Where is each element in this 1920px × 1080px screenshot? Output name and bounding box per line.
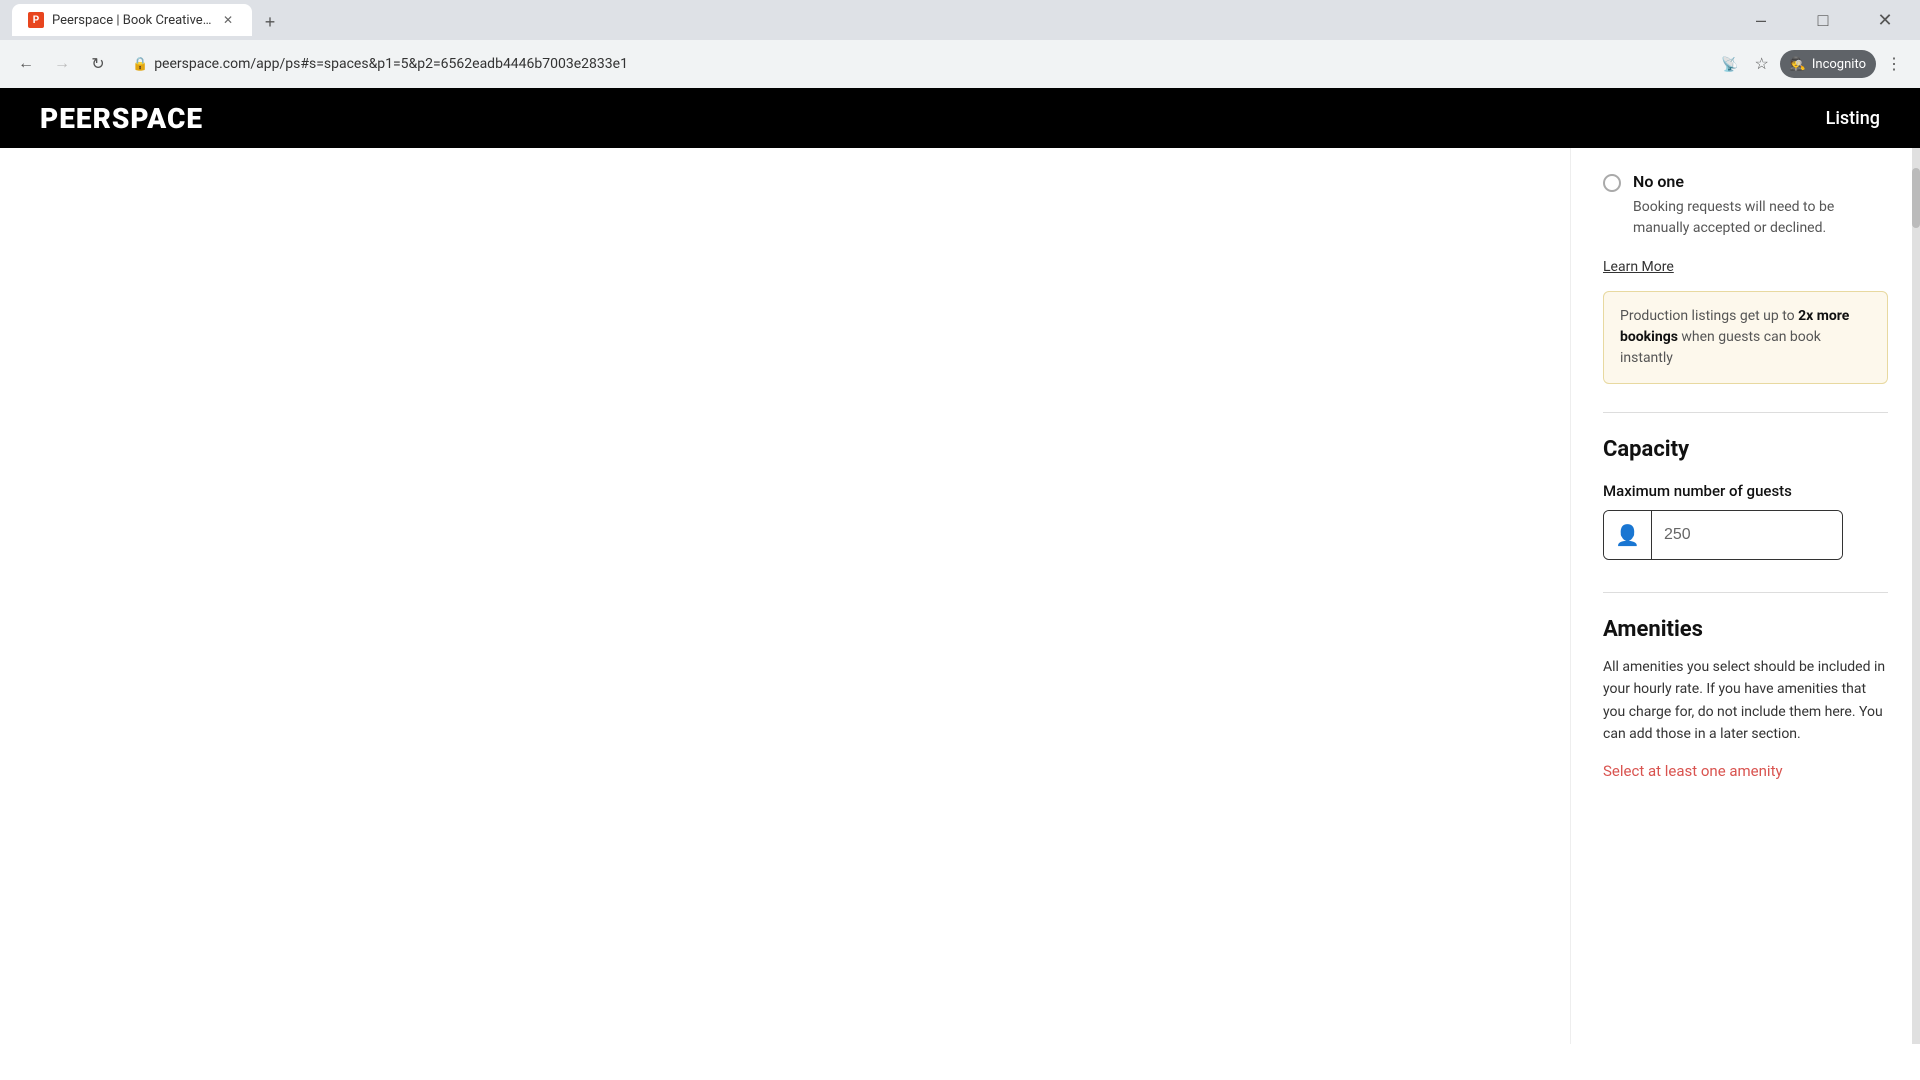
refresh-button[interactable]: ↻ bbox=[84, 50, 112, 78]
promo-box: Production listings get up to 2x more bo… bbox=[1603, 291, 1888, 384]
left-panel bbox=[0, 148, 1570, 1044]
person-icon: 👤 bbox=[1615, 523, 1640, 547]
cast-button[interactable]: 📡 bbox=[1716, 50, 1744, 78]
close-button[interactable]: ✕ bbox=[1862, 4, 1908, 36]
header-listing-link[interactable]: Listing bbox=[1826, 108, 1880, 129]
no-one-description: Booking requests will need to bemanually… bbox=[1633, 197, 1834, 239]
tab-title: Peerspace | Book Creative Space bbox=[52, 13, 212, 28]
lock-icon: 🔒 bbox=[132, 57, 148, 72]
incognito-icon: 🕵️ bbox=[1790, 57, 1806, 72]
new-tab-button[interactable]: + bbox=[256, 8, 284, 36]
max-guests-input[interactable] bbox=[1652, 511, 1843, 559]
menu-button[interactable]: ⋮ bbox=[1880, 50, 1908, 78]
maximize-button[interactable]: □ bbox=[1800, 4, 1846, 36]
no-one-radio[interactable] bbox=[1603, 174, 1621, 192]
tab-favicon: P bbox=[28, 12, 44, 28]
address-bar[interactable]: 🔒 peerspace.com/app/ps#s=spaces&p1=5&p2=… bbox=[120, 52, 1700, 76]
app-body: No one Booking requests will need to bem… bbox=[0, 148, 1920, 1044]
bookmark-button[interactable]: ☆ bbox=[1748, 50, 1776, 78]
url-text: peerspace.com/app/ps#s=spaces&p1=5&p2=65… bbox=[154, 56, 628, 72]
title-bar: P Peerspace | Book Creative Space ✕ + – … bbox=[0, 0, 1920, 40]
address-bar-row: ← → ↻ 🔒 peerspace.com/app/ps#s=spaces&p1… bbox=[0, 40, 1920, 88]
incognito-badge: 🕵️ Incognito bbox=[1780, 50, 1876, 78]
amenities-title: Amenities bbox=[1603, 617, 1888, 642]
learn-more-link[interactable]: Learn More bbox=[1603, 259, 1888, 275]
promo-text-start: Production listings get up to bbox=[1620, 308, 1798, 324]
browser-actions: 📡 ☆ 🕵️ Incognito ⋮ bbox=[1716, 50, 1908, 78]
tab-close-button[interactable]: ✕ bbox=[220, 12, 236, 28]
guest-input-row: 👤 bbox=[1603, 510, 1843, 560]
no-one-title: No one bbox=[1633, 172, 1834, 191]
minimize-button[interactable]: – bbox=[1738, 4, 1784, 36]
amenities-error-message: Select at least one amenity bbox=[1603, 762, 1888, 780]
scrollbar-thumb bbox=[1912, 168, 1920, 228]
incognito-label: Incognito bbox=[1812, 57, 1866, 72]
tab-bar: P Peerspace | Book Creative Space ✕ + bbox=[12, 4, 1730, 36]
guest-icon-box: 👤 bbox=[1604, 511, 1652, 559]
active-tab[interactable]: P Peerspace | Book Creative Space ✕ bbox=[12, 4, 252, 36]
capacity-section-title: Capacity bbox=[1603, 437, 1888, 462]
app-logo: PEERSPACE bbox=[40, 102, 203, 135]
right-panel: No one Booking requests will need to bem… bbox=[1570, 148, 1920, 1044]
app-header: PEERSPACE Listing bbox=[0, 88, 1920, 148]
amenities-section: Amenities All amenities you select shoul… bbox=[1603, 592, 1888, 780]
amenities-description: All amenities you select should be inclu… bbox=[1603, 656, 1888, 746]
scrollbar[interactable] bbox=[1912, 148, 1920, 1044]
max-guests-label: Maximum number of guests bbox=[1603, 482, 1888, 500]
forward-button[interactable]: → bbox=[48, 50, 76, 78]
capacity-divider bbox=[1603, 412, 1888, 413]
no-one-section: No one Booking requests will need to bem… bbox=[1603, 172, 1888, 239]
no-one-content: No one Booking requests will need to bem… bbox=[1633, 172, 1834, 239]
back-button[interactable]: ← bbox=[12, 50, 40, 78]
